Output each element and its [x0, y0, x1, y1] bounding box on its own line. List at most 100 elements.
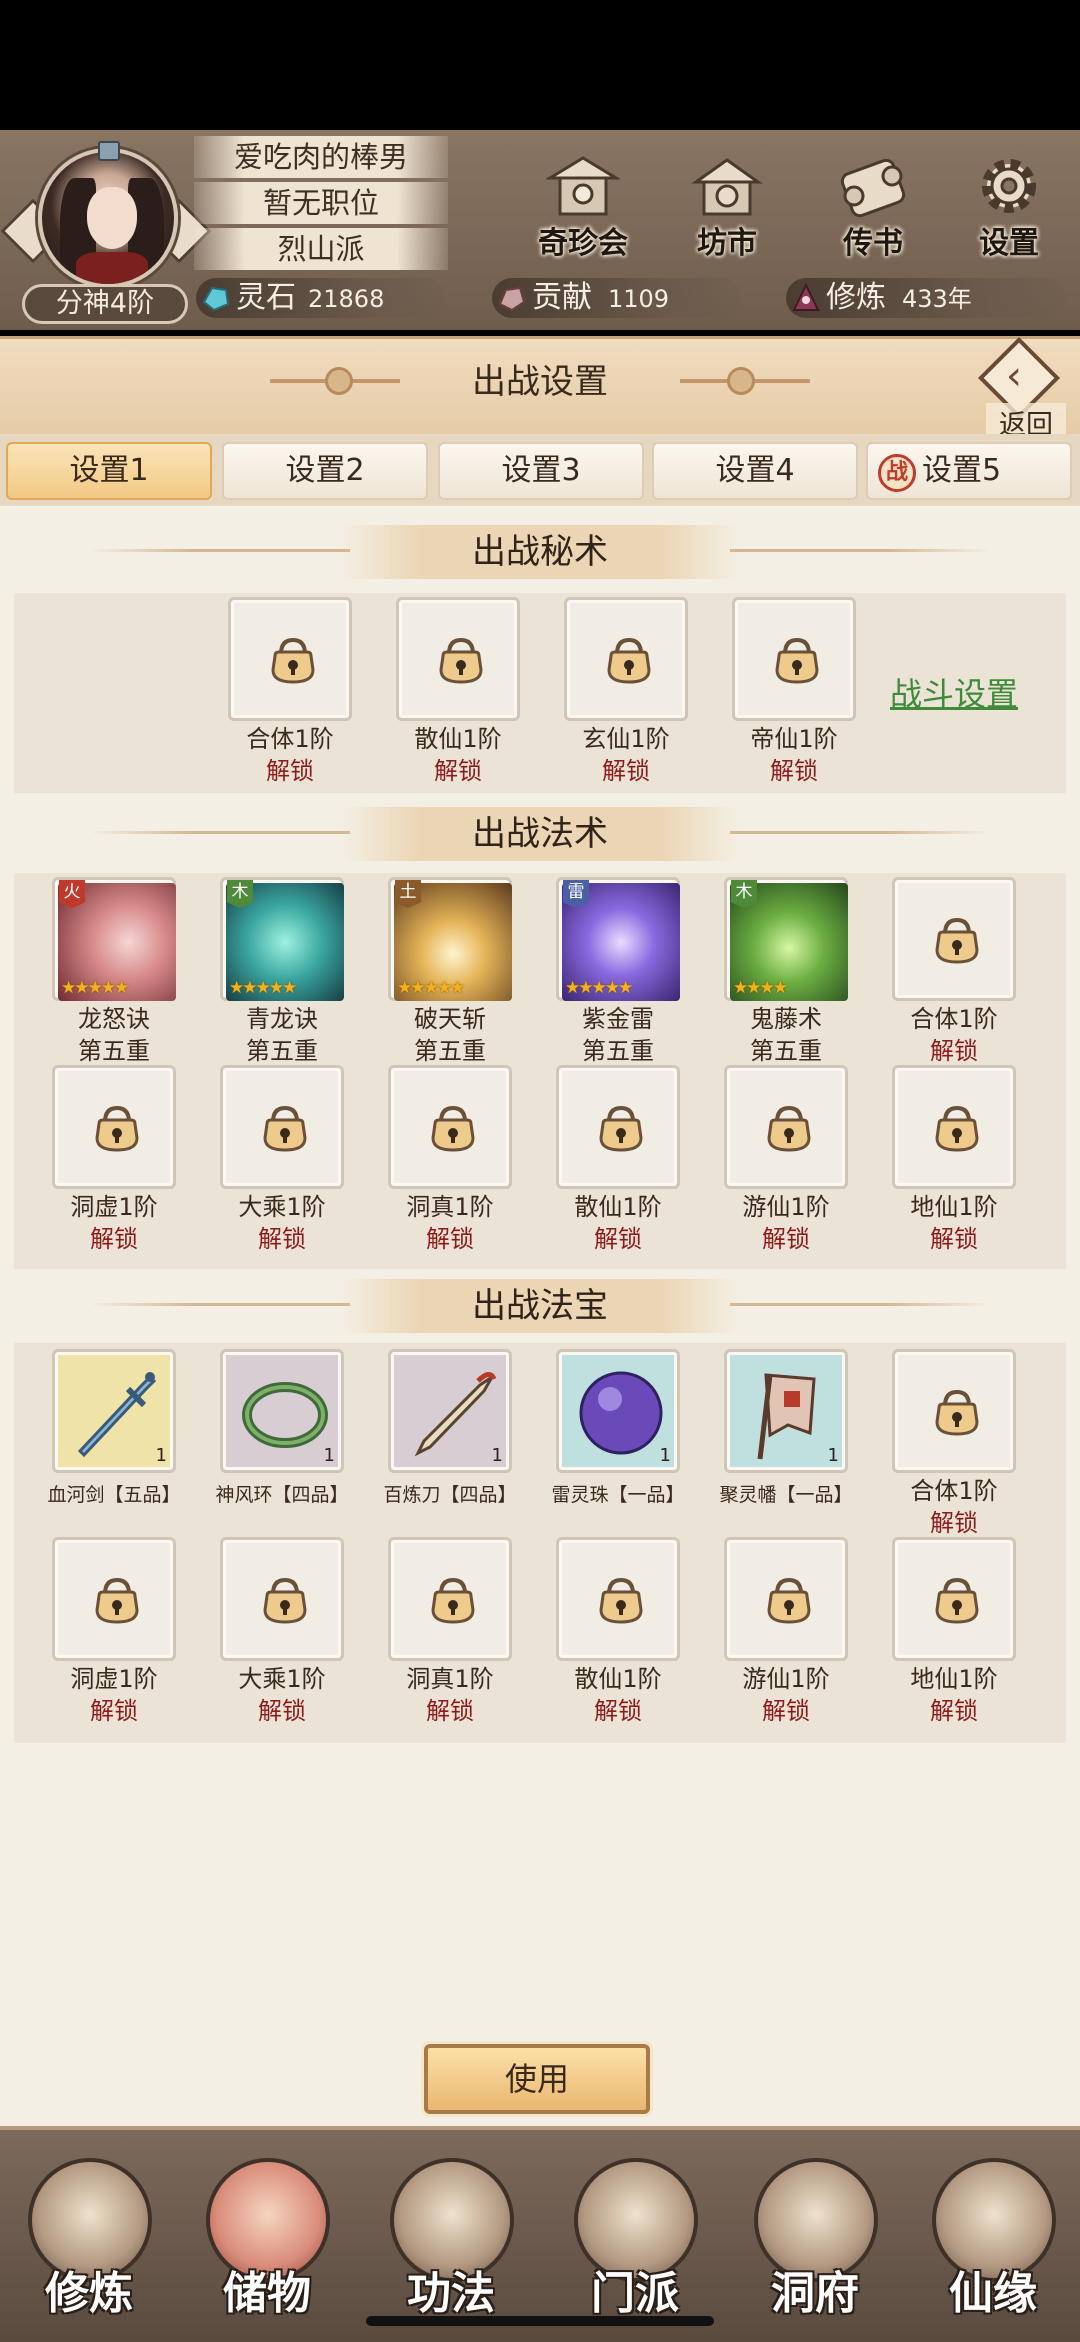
- slot-realm-label: 大乘1阶: [238, 1193, 326, 1221]
- spell-name: 青龙诀: [246, 1005, 318, 1033]
- status-bar: [0, 0, 1080, 130]
- slot-realm-label: 玄仙1阶: [582, 725, 670, 753]
- cultivation-value: 433年: [902, 285, 972, 313]
- nav-storage[interactable]: 储物: [182, 2144, 352, 2334]
- star-rating: ★★★★★: [565, 978, 633, 998]
- spell-name: 龙怒诀: [78, 1005, 150, 1033]
- spell-level: 第五重: [582, 1037, 654, 1065]
- chuanshu-button[interactable]: 传书: [818, 152, 928, 272]
- spell-level: 第五重: [414, 1037, 486, 1065]
- cultivation-counter: 修炼 433年: [786, 278, 1066, 318]
- slot-realm-label: 散仙1阶: [574, 1193, 662, 1221]
- slot-frame: [892, 1065, 1016, 1189]
- nav-cultivate[interactable]: 修炼: [4, 2144, 174, 2334]
- slot-frame: 1: [220, 1349, 344, 1473]
- slot-frame: 木 ★★★★: [724, 877, 848, 1001]
- lock-icon: [599, 1577, 643, 1624]
- qizhenhui-label: 奇珍会: [538, 226, 628, 261]
- lock-icon: [263, 1105, 307, 1152]
- slot-frame: [892, 1349, 1016, 1473]
- element-tag: 土: [395, 880, 421, 908]
- tab-setting-2[interactable]: 设置2: [222, 442, 428, 500]
- avatar[interactable]: 分神4阶: [0, 138, 212, 324]
- nav-label: 功法: [407, 2268, 495, 2319]
- item-count: 1: [323, 1445, 335, 1466]
- slot-frame: 火 ★★★★★: [52, 877, 176, 1001]
- tab-setting-5[interactable]: 战 设置5: [866, 442, 1072, 500]
- fangshi-button[interactable]: 坊市: [672, 152, 782, 272]
- tab-setting-5-label: 设置5: [922, 453, 1002, 488]
- nav-cave[interactable]: 洞府: [730, 2144, 900, 2334]
- item-count: 1: [155, 1445, 167, 1466]
- slot-frame: [732, 597, 856, 721]
- treasure-name: 雷灵珠【一品】: [551, 1484, 685, 1506]
- tab-setting-3[interactable]: 设置3: [438, 442, 644, 500]
- lock-icon: [767, 1105, 811, 1152]
- spirit-stone-value: 21868: [308, 285, 385, 313]
- slot-realm-label: 合体1阶: [910, 1005, 998, 1033]
- lock-icon: [607, 637, 651, 684]
- slot-realm-label: 洞虚1阶: [70, 1665, 158, 1693]
- tab-setting-1[interactable]: 设置1: [6, 442, 212, 500]
- chuanshu-label: 传书: [843, 226, 903, 261]
- slot-frame: [220, 1537, 344, 1661]
- scroll-book-icon: [390, 2158, 514, 2282]
- settings-button[interactable]: 设置: [954, 152, 1064, 272]
- slot-realm-label: 大乘1阶: [238, 1665, 326, 1693]
- star-rating: ★★★★★: [61, 978, 129, 998]
- contribution-icon: [498, 286, 526, 312]
- tab-setting-4[interactable]: 设置4: [652, 442, 858, 500]
- nav-sect[interactable]: 门派: [550, 2144, 720, 2334]
- slot-unlock-label: 解锁: [258, 1225, 306, 1253]
- slot-realm-label: 散仙1阶: [574, 1665, 662, 1693]
- spell-name: 鬼藤术: [750, 1005, 822, 1033]
- contribution-label: 贡献: [532, 280, 592, 315]
- nav-label: 洞府: [771, 2268, 859, 2319]
- star-rating: ★★★★: [733, 978, 788, 998]
- lock-icon: [271, 637, 315, 684]
- slot-realm-label: 帝仙1阶: [750, 725, 838, 753]
- meditation-icon: [28, 2158, 152, 2282]
- section-header-spells: 出战法术: [0, 801, 1080, 867]
- fangshi-label: 坊市: [697, 226, 757, 261]
- slot-unlock-label: 解锁: [930, 1037, 978, 1065]
- bottom-nav: 修炼 储物 功法 门派 洞府 仙缘: [0, 2126, 1080, 2342]
- spell-level: 第五重: [246, 1037, 318, 1065]
- slot-unlock-label: 解锁: [770, 757, 818, 785]
- slot-frame: [388, 1537, 512, 1661]
- player-sect: 烈山派: [194, 228, 448, 270]
- slot-frame: [52, 1537, 176, 1661]
- element-tag: 木: [731, 880, 757, 908]
- lock-icon: [95, 1105, 139, 1152]
- lock-icon: [431, 1577, 475, 1624]
- section-title: 出战秘术: [472, 532, 608, 572]
- slot-unlock-label: 解锁: [762, 1697, 810, 1725]
- item-count: 1: [491, 1445, 503, 1466]
- nav-label: 储物: [223, 2268, 311, 2319]
- battle-badge-icon: 战: [878, 454, 916, 492]
- slot-frame: [228, 597, 352, 721]
- section-title: 出战法宝: [472, 1286, 608, 1326]
- slot-realm-label: 洞真1阶: [406, 1665, 494, 1693]
- slot-frame: [892, 1537, 1016, 1661]
- slot-unlock-label: 解锁: [930, 1225, 978, 1253]
- lock-icon: [935, 1105, 979, 1152]
- use-button[interactable]: 使用: [424, 2044, 650, 2114]
- slot-frame: [220, 1065, 344, 1189]
- pavilion-icon: [546, 156, 620, 216]
- back-button[interactable]: ‹ 返回: [976, 336, 1066, 442]
- spell-name: 紫金雷: [582, 1005, 654, 1033]
- slot-unlock-label: 解锁: [426, 1697, 474, 1725]
- qizhenhui-button[interactable]: 奇珍会: [528, 152, 638, 272]
- lock-icon: [431, 1105, 475, 1152]
- crown-icon: [98, 141, 120, 161]
- battle-settings-link[interactable]: 战斗设置: [890, 669, 1018, 715]
- element-tag: 木: [227, 880, 253, 908]
- yin-yang-icon: [727, 367, 755, 395]
- nav-skills[interactable]: 功法: [366, 2144, 536, 2334]
- nav-fate[interactable]: 仙缘: [908, 2144, 1078, 2334]
- section-title: 出战法术: [472, 814, 608, 854]
- panel-title-bar: 出战设置 ‹ 返回: [0, 336, 1080, 442]
- lock-icon: [767, 1577, 811, 1624]
- lock-icon: [439, 637, 483, 684]
